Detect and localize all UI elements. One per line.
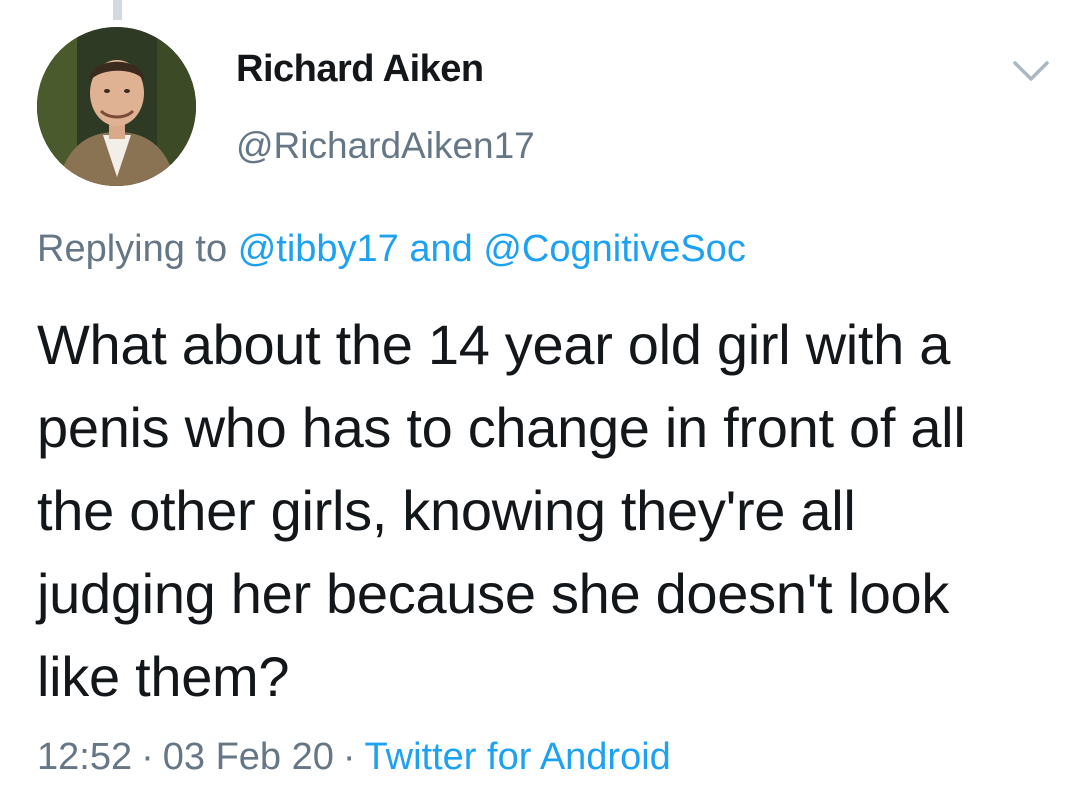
avatar[interactable]: [37, 27, 196, 186]
tweet-metadata: 12:52 · 03 Feb 20 · Twitter for Android: [37, 736, 671, 779]
tweet-detail: Richard Aiken @RichardAiken17 Replying t…: [0, 0, 1075, 803]
meta-separator: ·: [141, 736, 154, 778]
reply-context: Replying to @tibby17 and @CognitiveSoc: [37, 228, 746, 271]
avatar-photo: [37, 27, 196, 186]
tweet-date[interactable]: 03 Feb 20: [163, 736, 334, 778]
mention-link-tibby17[interactable]: @tibby17: [238, 228, 399, 270]
thread-connector-line: [113, 0, 122, 20]
author-handle[interactable]: @RichardAiken17: [236, 125, 535, 167]
reply-prefix: Replying to: [37, 228, 228, 270]
tweet-source-link[interactable]: Twitter for Android: [365, 736, 671, 778]
tweet-time[interactable]: 12:52: [37, 736, 132, 778]
mention-link-cognitivesoc[interactable]: @CognitiveSoc: [483, 228, 745, 270]
reply-conjunction[interactable]: and: [409, 228, 472, 270]
author-display-name[interactable]: Richard Aiken: [236, 48, 484, 91]
chevron-down-icon[interactable]: [1011, 58, 1051, 84]
meta-separator: ·: [342, 736, 356, 778]
tweet-text: What about the 14 year old girl with a p…: [37, 313, 966, 708]
